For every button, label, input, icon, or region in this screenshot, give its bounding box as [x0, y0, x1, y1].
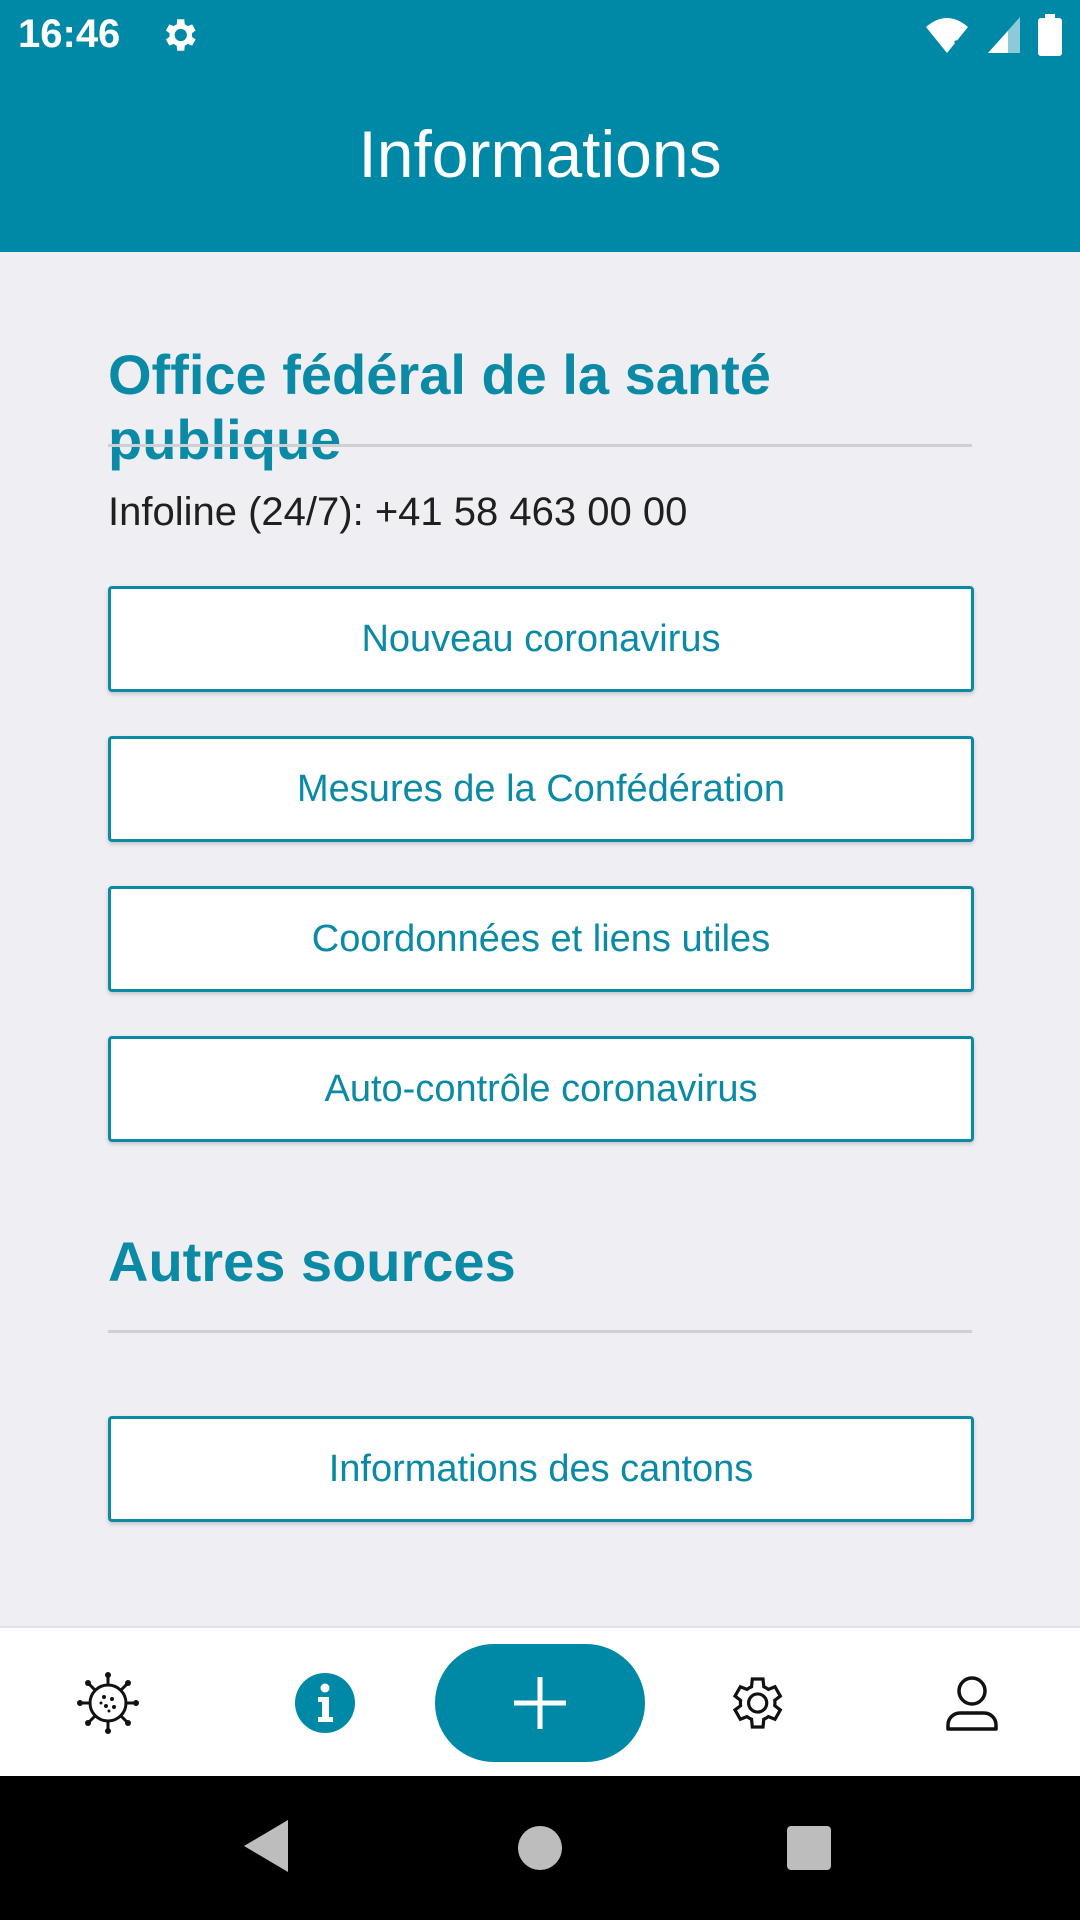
federal-measures-button[interactable]: Mesures de la Confédération	[108, 736, 974, 842]
page-title: Informations	[358, 117, 722, 191]
bottom-navigation	[0, 1626, 1080, 1778]
nav-settings-tab[interactable]	[720, 1668, 790, 1738]
plus-icon	[514, 1677, 566, 1729]
battery-icon	[1038, 14, 1062, 56]
signal-icon	[988, 17, 1020, 53]
nav-profile-tab[interactable]	[937, 1668, 1007, 1738]
app-bar: Informations	[0, 74, 1080, 252]
wifi-icon	[926, 18, 968, 53]
nav-info-tab[interactable]	[290, 1668, 360, 1738]
system-navigation-bar	[0, 1776, 1080, 1920]
new-coronavirus-button[interactable]: Nouveau coronavirus	[108, 586, 974, 692]
status-bar: 16:46	[0, 0, 1080, 74]
status-time: 16:46	[18, 12, 121, 56]
status-icons	[924, 14, 1062, 56]
infoline-text[interactable]: Infoline (24/7): +41 58 463 00 00	[108, 490, 687, 535]
divider	[108, 444, 972, 447]
home-icon[interactable]	[518, 1826, 562, 1870]
divider	[108, 1330, 972, 1333]
virus-icon	[77, 1672, 139, 1734]
canton-info-button[interactable]: Informations des cantons	[108, 1416, 974, 1522]
person-icon	[946, 1676, 998, 1731]
add-button[interactable]	[435, 1644, 645, 1762]
gear-icon	[732, 1677, 783, 1729]
gear-icon	[165, 19, 196, 51]
nav-virus-tab[interactable]	[73, 1668, 143, 1738]
recent-apps-icon[interactable]	[787, 1826, 831, 1870]
section-title-ofsp: Office fédéral de la santé publique	[108, 343, 771, 471]
self-check-button[interactable]: Auto-contrôle coronavirus	[108, 1036, 974, 1142]
contacts-links-button[interactable]: Coordonnées et liens utiles	[108, 886, 974, 992]
info-icon	[295, 1673, 355, 1733]
section-title-other-sources: Autres sources	[108, 1230, 516, 1293]
back-icon[interactable]	[244, 1820, 288, 1872]
